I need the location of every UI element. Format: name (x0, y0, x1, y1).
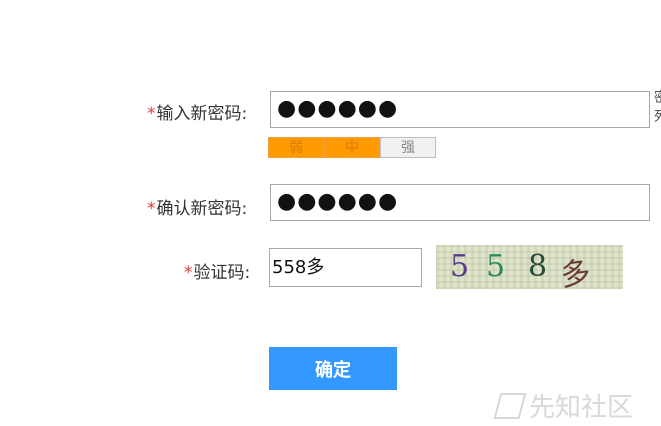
watermark-text: 先知社区 (529, 393, 634, 423)
captcha-label: *验证码: (184, 263, 251, 283)
confirm-button[interactable]: 确定 (269, 347, 397, 390)
strength-medium: 中 (324, 137, 380, 158)
new-password-label: *输入新密码: (147, 104, 248, 124)
confirm-password-input[interactable]: ●●●●●● (270, 184, 650, 221)
confirm-password-label: *确认新密码: (147, 199, 248, 219)
captcha-input[interactable]: 558多 (269, 248, 422, 287)
clipped-side-text: 密 (654, 87, 661, 107)
required-mark: * (184, 263, 193, 283)
new-password-input[interactable]: ●●●●●● (270, 91, 650, 128)
captcha-char: 多 (558, 255, 593, 289)
required-mark: * (147, 199, 156, 219)
captcha-image[interactable]: 5 5 8 多 (436, 245, 623, 289)
clipped-side-text: 死 (654, 106, 661, 126)
captcha-char: 5 (486, 249, 506, 284)
strength-weak: 弱 (268, 137, 324, 158)
password-strength-meter: 弱 中 强 (268, 137, 436, 158)
captcha-char: 5 (450, 249, 470, 284)
watermark: 先知社区 (493, 387, 634, 424)
strength-strong: 强 (380, 137, 436, 158)
watermark-logo-icon (493, 392, 527, 419)
captcha-char: 8 (528, 249, 548, 284)
required-mark: * (147, 104, 156, 124)
